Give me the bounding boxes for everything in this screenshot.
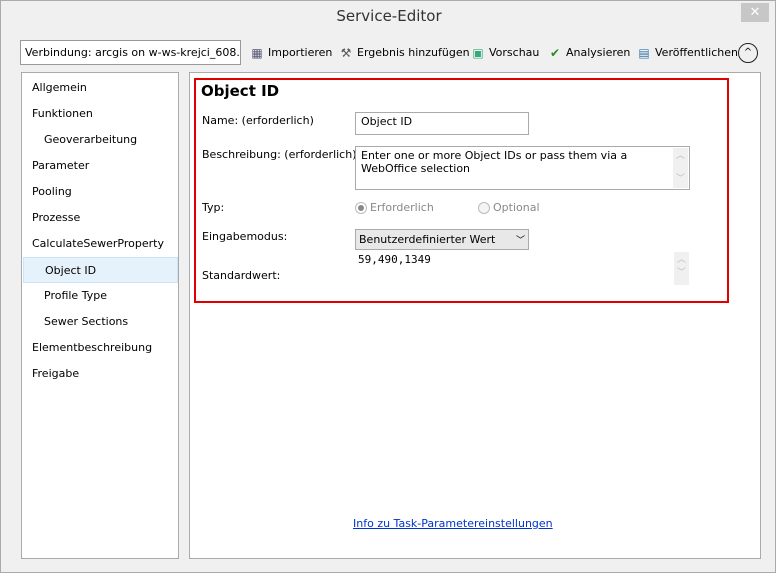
service-editor-window: Service-Editor ✕ Verbindung: arcgis on w… bbox=[0, 0, 776, 573]
name-label: Name: (erforderlich) bbox=[202, 114, 314, 127]
type-optional-radio[interactable]: Optional bbox=[478, 201, 540, 214]
import-icon: ▦ bbox=[251, 46, 263, 60]
analyze-label: Analysieren bbox=[566, 46, 631, 59]
preview-button[interactable]: ▣ Vorschau bbox=[470, 44, 539, 62]
close-button[interactable]: ✕ bbox=[741, 3, 769, 22]
default-label: Standardwert: bbox=[202, 269, 281, 282]
mode-value: Benutzerdefinierter Wert bbox=[359, 233, 496, 246]
sidebar-item-allgemein[interactable]: Allgemein bbox=[23, 75, 178, 101]
description-label: Beschreibung: (erforderlich): bbox=[202, 148, 361, 161]
publish-icon: ▤ bbox=[638, 46, 650, 60]
collapse-toolbar-button[interactable]: ^ bbox=[738, 43, 758, 63]
type-required-radio[interactable]: Erforderlich bbox=[355, 201, 434, 214]
publish-label: Veröffentlichen bbox=[655, 46, 738, 59]
sidebar-item-elementbeschreibung[interactable]: Elementbeschreibung bbox=[23, 335, 178, 361]
description-input[interactable]: Enter one or more Object IDs or pass the… bbox=[355, 146, 690, 190]
sidebar-item-sewer-sections[interactable]: Sewer Sections bbox=[23, 309, 178, 335]
sidebar-item-freigabe[interactable]: Freigabe bbox=[23, 361, 178, 387]
checkmark-icon: ✔ bbox=[549, 46, 561, 60]
chevron-down-icon: ﹀ bbox=[515, 236, 525, 246]
radio-checked-icon bbox=[355, 201, 367, 214]
sidebar-item-calculatesewerproperty[interactable]: CalculateSewerProperty bbox=[23, 231, 178, 257]
analyze-button[interactable]: ✔ Analysieren bbox=[547, 44, 630, 62]
add-result-label: Ergebnis hinzufügen bbox=[357, 46, 470, 59]
preview-label: Vorschau bbox=[489, 46, 540, 59]
add-result-button[interactable]: ⚒ Ergebnis hinzufügen bbox=[338, 44, 470, 62]
sidebar-item-funktionen[interactable]: Funktionen bbox=[23, 101, 178, 127]
page-title: Object ID bbox=[201, 82, 280, 100]
radio-unchecked-icon bbox=[478, 201, 490, 214]
connection-field[interactable]: Verbindung: arcgis on w-ws-krejci_608... bbox=[20, 40, 241, 65]
type-label: Typ: bbox=[202, 201, 225, 214]
name-input[interactable]: Object ID bbox=[355, 112, 529, 135]
import-button[interactable]: ▦ Importieren bbox=[249, 44, 332, 62]
sidebar-item-pooling[interactable]: Pooling bbox=[23, 179, 178, 205]
import-label: Importieren bbox=[268, 46, 333, 59]
sidebar-nav: Allgemein Funktionen Geoverarbeitung Par… bbox=[21, 72, 179, 559]
sidebar-item-object-id[interactable]: Object ID bbox=[23, 257, 178, 283]
sidebar-item-profile-type[interactable]: Profile Type bbox=[23, 283, 178, 309]
type-required-label: Erforderlich bbox=[370, 201, 434, 214]
type-optional-label: Optional bbox=[493, 201, 540, 214]
default-scrollbar[interactable]: ︿ ﹀ bbox=[674, 252, 689, 285]
mode-label: Eingabemodus: bbox=[202, 230, 288, 243]
window-title: Service-Editor bbox=[336, 7, 442, 25]
hammer-icon: ⚒ bbox=[340, 46, 352, 60]
sidebar-item-geoverarbeitung[interactable]: Geoverarbeitung bbox=[23, 127, 178, 153]
description-scrollbar[interactable]: ︿ ﹀ bbox=[673, 148, 688, 188]
default-value-input[interactable]: 59,490,1349 bbox=[358, 253, 431, 266]
preview-icon: ▣ bbox=[472, 46, 484, 60]
sidebar-item-prozesse[interactable]: Prozesse bbox=[23, 205, 178, 231]
publish-button[interactable]: ▤ Veröffentlichen bbox=[636, 44, 738, 62]
sidebar-item-parameter[interactable]: Parameter bbox=[23, 153, 178, 179]
mode-select[interactable]: Benutzerdefinierter Wert ﹀ bbox=[355, 229, 529, 250]
help-link[interactable]: Info zu Task-Parametereinstellungen bbox=[353, 517, 553, 530]
